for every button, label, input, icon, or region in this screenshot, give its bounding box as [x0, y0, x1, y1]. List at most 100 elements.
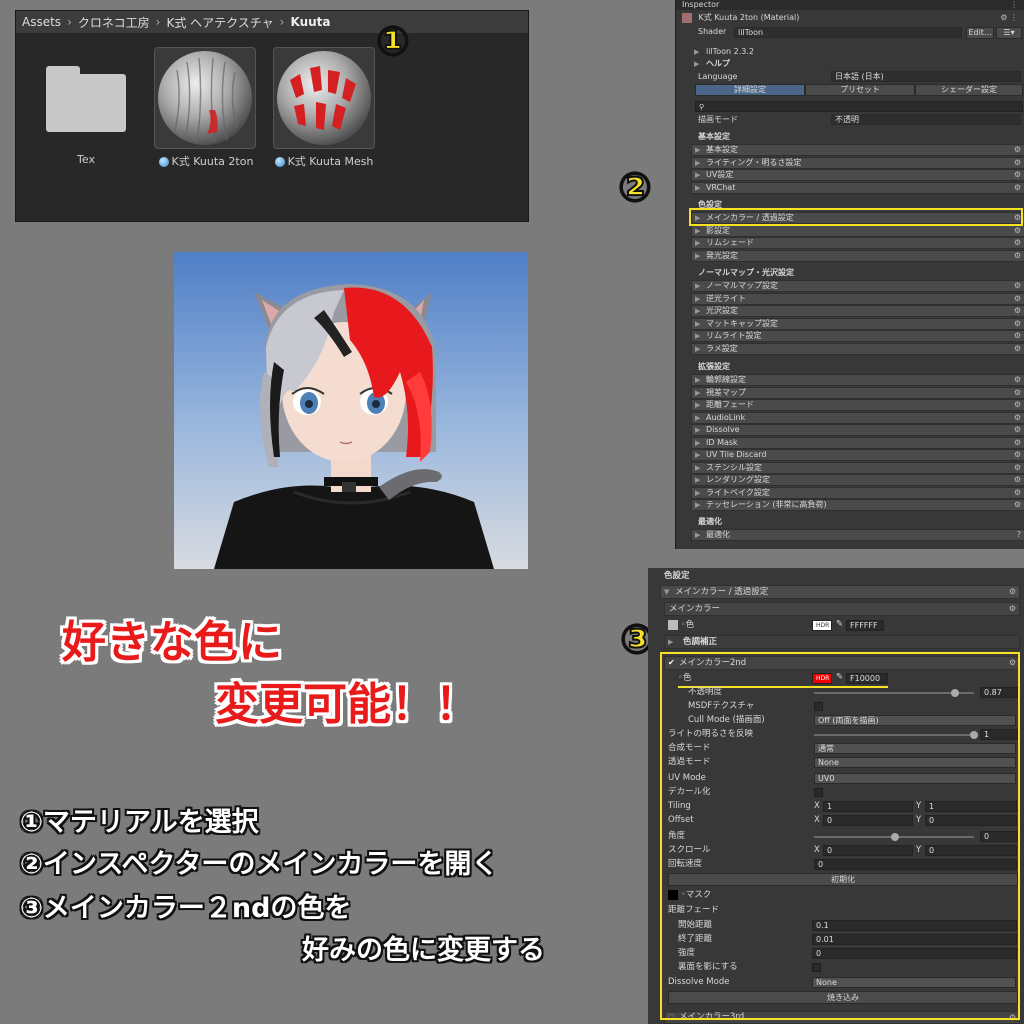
gear-icon[interactable]: ⚙: [1014, 319, 1021, 329]
main2-color-swatch[interactable]: HDR: [812, 673, 832, 684]
settings-foldout[interactable]: ▶ AudioLink ⚙: [691, 411, 1024, 424]
scroll-y-field[interactable]: 0: [925, 845, 1017, 856]
inspector-tab[interactable]: Inspector ⋮: [676, 0, 1024, 10]
settings-foldout[interactable]: ▶ ラメ設定 ⚙: [691, 342, 1024, 355]
light-knob[interactable]: [970, 731, 978, 739]
help-icon[interactable]: ?: [1017, 530, 1021, 540]
gear-icon[interactable]: ⚙: [1014, 306, 1021, 316]
opacity-slider[interactable]: [814, 692, 974, 694]
main-color-3rd-header[interactable]: ☐ メインカラー3rd ⚙: [664, 1011, 1020, 1024]
angle-knob[interactable]: [891, 833, 899, 841]
bake-button[interactable]: 焼き込み: [668, 991, 1018, 1004]
texture-slot-icon[interactable]: [668, 619, 678, 630]
gear-icon[interactable]: ⚙: [1014, 388, 1021, 398]
settings-foldout[interactable]: ▶ UV設定 ⚙: [691, 169, 1024, 181]
tab-advanced[interactable]: 詳細設定: [695, 84, 805, 96]
settings-foldout[interactable]: ▶ 視差マップ ⚙: [691, 386, 1024, 399]
offset-y-field[interactable]: 0: [925, 815, 1017, 826]
color-adjust-foldout[interactable]: ▶ 色調補正: [664, 635, 1020, 649]
light-field[interactable]: 1: [980, 729, 1018, 740]
settings-foldout[interactable]: ▶ ライティング・明るさ設定 ⚙: [691, 156, 1024, 169]
gear-icon[interactable]: ⚙: [1014, 500, 1021, 510]
asset-kuuta-mesh[interactable]: [273, 47, 375, 149]
gear-icon[interactable]: ⚙: [1009, 657, 1016, 669]
settings-foldout[interactable]: ▶ リムシェード ⚙: [691, 237, 1024, 249]
folder-icon[interactable]: [46, 66, 126, 134]
decal-checkbox[interactable]: [814, 788, 823, 797]
breadcrumb-hair-texture[interactable]: K式 ヘアテクスチャ: [166, 14, 273, 31]
main-color-hex[interactable]: FFFFFF: [846, 620, 884, 631]
settings-foldout[interactable]: ▶ 輪郭線設定 ⚙: [691, 374, 1024, 386]
backface-checkbox[interactable]: [812, 963, 821, 972]
settings-icon[interactable]: ⚙ ⋮: [1000, 12, 1018, 24]
gear-icon[interactable]: ⚙: [1014, 145, 1021, 155]
list-icon[interactable]: ☰▾: [996, 27, 1022, 39]
shader-dropdown[interactable]: lilToon: [734, 27, 962, 38]
gear-icon[interactable]: ⚙: [1014, 400, 1021, 410]
tab-preset[interactable]: プリセット: [805, 84, 915, 96]
settings-foldout[interactable]: ▶ ID Mask ⚙: [691, 436, 1024, 449]
gear-icon[interactable]: ⚙: [1014, 331, 1021, 341]
gear-icon[interactable]: ⚙: [1014, 425, 1021, 435]
gear-icon[interactable]: ⚙: [1014, 294, 1021, 304]
rotate-field[interactable]: 0: [814, 859, 1017, 870]
search-input[interactable]: ⚲: [695, 101, 1023, 112]
gear-icon[interactable]: ⚙: [1009, 1012, 1016, 1023]
alpha-dropdown[interactable]: None: [814, 757, 1016, 768]
main-color-foldout[interactable]: ▼ メインカラー / 透過設定 ⚙: [660, 585, 1020, 599]
dissolve-dropdown[interactable]: None: [812, 977, 1016, 988]
gear-icon[interactable]: ⚙: [1014, 475, 1021, 485]
gear-icon[interactable]: ⚙: [1014, 170, 1021, 180]
gear-icon[interactable]: ⚙: [1014, 281, 1021, 291]
settings-foldout[interactable]: ▶ リムライト設定 ⚙: [691, 330, 1024, 342]
gear-icon[interactable]: ⚙: [1009, 603, 1016, 615]
breadcrumb-kuroneko[interactable]: クロネコ工房: [78, 14, 150, 31]
gear-icon[interactable]: ⚙: [1014, 450, 1021, 460]
fade-strength-field[interactable]: 0: [812, 948, 1017, 959]
settings-foldout[interactable]: ▶ 影設定 ⚙: [691, 224, 1024, 237]
offset-x-field[interactable]: 0: [823, 815, 913, 826]
settings-foldout[interactable]: ▶ 発光設定 ⚙: [691, 249, 1024, 262]
angle-field[interactable]: 0: [980, 831, 1018, 842]
main-color-swatch[interactable]: HDR: [812, 620, 832, 631]
tiling-y-field[interactable]: 1: [925, 801, 1017, 812]
msdf-checkbox[interactable]: [814, 702, 823, 711]
texture-slot-icon[interactable]: [668, 889, 678, 900]
scroll-x-field[interactable]: 0: [823, 845, 913, 856]
reset-button[interactable]: 初期化: [668, 873, 1018, 886]
eyedropper-icon[interactable]: ✎: [836, 618, 843, 631]
checkbox-icon[interactable]: ☐: [668, 1012, 674, 1023]
settings-foldout[interactable]: ▶ 光沢設定 ⚙: [691, 305, 1024, 317]
uvmode-dropdown[interactable]: UV0: [814, 773, 1016, 784]
gear-icon[interactable]: ⚙: [1014, 438, 1021, 448]
fade-end-field[interactable]: 0.01: [812, 934, 1017, 945]
breadcrumb-assets[interactable]: Assets: [22, 15, 61, 29]
gear-icon[interactable]: ⚙: [1014, 375, 1021, 385]
settings-foldout[interactable]: ▶ 距離フェード ⚙: [691, 399, 1024, 411]
render-mode-dropdown[interactable]: 不透明: [831, 114, 1021, 125]
light-slider[interactable]: [814, 734, 974, 736]
eyedropper-icon[interactable]: ✎: [836, 671, 843, 684]
settings-foldout[interactable]: ▶ ノーマルマップ設定 ⚙: [691, 280, 1024, 292]
shader-edit-button[interactable]: Edit...: [966, 27, 994, 39]
settings-foldout[interactable]: ▶ VRChat ⚙: [691, 181, 1024, 194]
opacity-field[interactable]: 0.87: [980, 687, 1018, 698]
settings-foldout[interactable]: ▶ 基本設定 ⚙: [691, 144, 1024, 156]
main-color-2nd-header[interactable]: ✔ メインカラー2nd ⚙: [664, 656, 1020, 670]
gear-icon[interactable]: ⚙: [1014, 488, 1021, 498]
opacity-knob[interactable]: [951, 689, 959, 697]
help-row[interactable]: ▶ ヘルプ: [676, 58, 1024, 70]
settings-foldout[interactable]: ▶ メインカラー / 透過設定 ⚙: [691, 212, 1024, 224]
version-row[interactable]: ▶ lilToon 2.3.2: [676, 46, 1024, 58]
check-icon[interactable]: ✔: [668, 657, 675, 669]
settings-foldout[interactable]: ▶ ライトベイク設定 ⚙: [691, 486, 1024, 499]
language-dropdown[interactable]: 日本語 (日本): [831, 71, 1021, 82]
fade-start-field[interactable]: 0.1: [812, 920, 1017, 931]
tab-shader-settings[interactable]: シェーダー設定: [915, 84, 1023, 96]
settings-foldout[interactable]: ▶ UV Tile Discard ⚙: [691, 449, 1024, 461]
settings-foldout[interactable]: ▶ Dissolve ⚙: [691, 424, 1024, 436]
gear-icon[interactable]: ⚙: [1014, 213, 1021, 223]
gear-icon[interactable]: ⚙: [1014, 183, 1021, 193]
tiling-x-field[interactable]: 1: [823, 801, 913, 812]
gear-icon[interactable]: ⚙: [1014, 238, 1021, 248]
